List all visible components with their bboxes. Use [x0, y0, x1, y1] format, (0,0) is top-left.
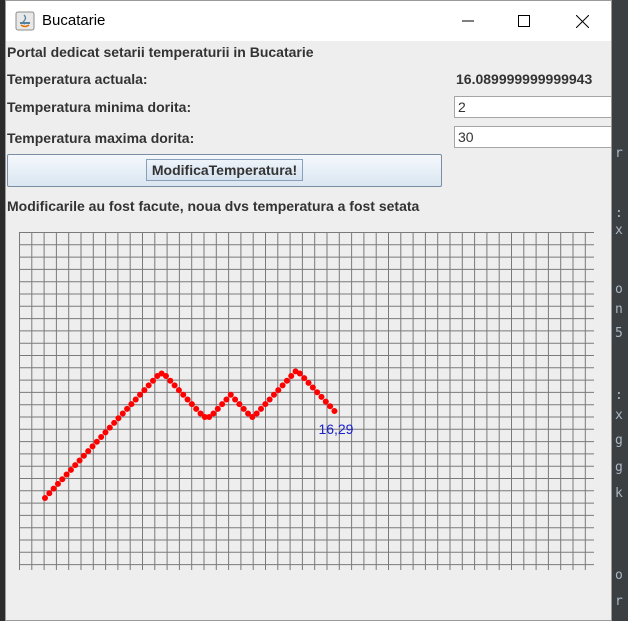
data-point [232, 396, 239, 403]
data-point [322, 398, 329, 405]
data-point [258, 405, 264, 412]
data-point [331, 407, 338, 414]
data-point [318, 393, 325, 400]
current-value-label: 16,29 [318, 421, 353, 437]
java-app-icon [15, 11, 35, 31]
close-icon [575, 14, 589, 28]
data-point [89, 443, 96, 450]
data-point [223, 396, 230, 403]
data-point [188, 401, 195, 408]
temperature-chart: 16,29 [19, 232, 594, 570]
minimize-icon [462, 20, 474, 22]
data-point [175, 387, 182, 394]
min-temp-label: Temperatura minima dorita: [7, 99, 192, 115]
window-title: Bucatarie [42, 12, 106, 29]
data-point [227, 391, 234, 398]
data-point [314, 389, 321, 396]
data-point [167, 377, 174, 384]
data-point [266, 396, 273, 403]
data-point [119, 410, 126, 417]
data-point [184, 396, 191, 403]
data-point [63, 471, 70, 478]
background-ide-text: r:x on5 :xg gkor [615, 146, 623, 609]
current-temp-label: Temperatura actuala: [7, 71, 148, 87]
status-message: Modificarile au fost facute, noua dvs te… [7, 198, 420, 214]
page-header: Portal dedicat setarii temperaturii in B… [7, 44, 314, 60]
data-point [42, 495, 48, 501]
data-point [150, 377, 156, 384]
content-pane: Portal dedicat setarii temperaturii in B… [6, 41, 611, 620]
maximize-icon [518, 15, 530, 27]
data-point [46, 490, 53, 497]
data-point [145, 382, 152, 389]
data-point [327, 403, 334, 410]
data-point [279, 382, 286, 389]
data-point [67, 466, 74, 473]
data-point [210, 410, 217, 417]
data-point [128, 401, 135, 408]
data-point [54, 480, 61, 487]
data-point [132, 396, 139, 403]
data-point [301, 375, 308, 382]
data-point [93, 438, 100, 445]
data-point [283, 377, 290, 384]
data-point [102, 429, 109, 436]
data-point [240, 405, 247, 412]
data-point [124, 405, 131, 412]
min-temp-field[interactable]: 2 [454, 96, 611, 118]
current-temp-value: 16.089999999999943 [456, 71, 593, 87]
data-point [72, 462, 79, 469]
data-point [253, 410, 260, 417]
data-point [162, 373, 169, 380]
data-point [137, 391, 144, 398]
data-point [141, 387, 148, 394]
data-point [106, 424, 113, 431]
data-point [59, 476, 66, 483]
data-point [85, 448, 92, 455]
data-point [214, 405, 221, 412]
data-point [275, 387, 282, 394]
max-temp-field[interactable]: 30 [454, 126, 611, 148]
data-point [115, 415, 122, 422]
data-point [296, 370, 303, 377]
minimize-button[interactable] [445, 1, 491, 41]
maximize-button[interactable] [501, 1, 547, 41]
data-point [236, 401, 243, 408]
data-point [193, 405, 200, 412]
title-bar[interactable]: Bucatarie [6, 1, 611, 41]
data-point [80, 452, 87, 459]
data-point [288, 373, 295, 380]
modify-temperature-button[interactable]: ModificaTemperatura! [7, 154, 442, 187]
data-point [111, 419, 118, 426]
data-point [219, 401, 226, 408]
data-point [270, 391, 277, 398]
data-point [76, 457, 83, 464]
data-point [262, 401, 269, 408]
modify-temperature-label: ModificaTemperatura! [146, 159, 303, 181]
data-point [171, 382, 178, 389]
data-point [98, 434, 105, 441]
data-point [50, 485, 57, 492]
close-button[interactable] [559, 1, 605, 41]
data-point [180, 391, 187, 398]
app-window: Bucatarie Portal dedicat setarii tempera… [5, 0, 612, 621]
max-temp-label: Temperatura maxima dorita: [7, 130, 195, 146]
data-point [305, 379, 312, 386]
data-point [309, 384, 316, 391]
